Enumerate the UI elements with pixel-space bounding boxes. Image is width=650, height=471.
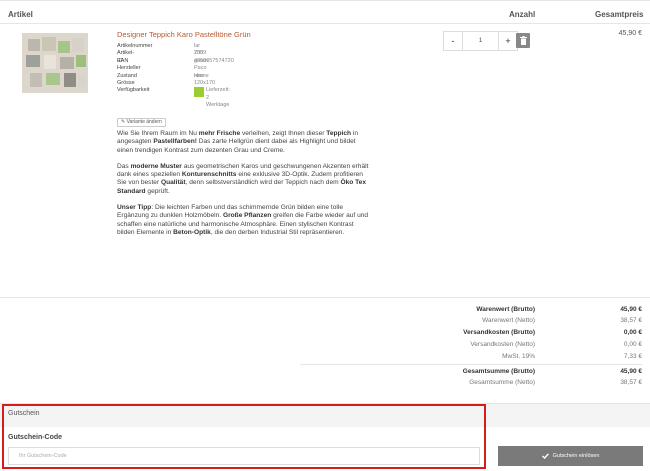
summary-row: Warenwert (Brutto) 45,90 €: [476, 306, 642, 313]
attr-label: Hersteller: [117, 65, 141, 72]
redeem-coupon-button[interactable]: Gutschein einlösen: [498, 446, 643, 466]
summary-row: Versandkosten (Netto) 0,00 €: [470, 341, 642, 348]
summary-row: MwSt. 19% 7,33 €: [502, 353, 642, 360]
change-variant-label: Variante ändern: [126, 119, 162, 125]
attr-label: EAN: [117, 57, 129, 64]
quantity-decrease-button[interactable]: -: [443, 31, 463, 51]
total-row: Gesamtsumme (Netto) 38,57 €: [469, 379, 642, 386]
redeem-coupon-label: Gutschein einlösen: [552, 453, 600, 459]
coupon-section-title: Gutschein: [8, 410, 40, 417]
attr-value: Lieferzeit: 2 Werktage: [206, 87, 230, 109]
divider: [300, 364, 642, 365]
attr-value: 4250057574720: [194, 57, 234, 64]
line-total-price: 45,90 €: [618, 30, 642, 37]
attr-value: neu: [194, 72, 204, 79]
coupon-code-input[interactable]: [8, 447, 480, 465]
cart-table-header: Artikel Anzahl Gesamtpreis: [0, 0, 650, 24]
column-header-artikel: Artikel: [8, 10, 33, 19]
description-paragraph: Das moderne Muster aus geometrischen Kar…: [117, 162, 369, 195]
quantity-increase-button[interactable]: +: [498, 31, 518, 51]
attr-value: 7009: [194, 50, 207, 57]
divider: [0, 297, 650, 298]
column-header-anzahl: Anzahl: [509, 10, 536, 19]
product-image[interactable]: [22, 33, 88, 93]
attr-label: Grösse: [117, 79, 135, 86]
attr-label: Verfügbarkeit: [117, 87, 150, 94]
coupon-code-label: Gutschein-Code: [8, 434, 63, 441]
trash-icon: [519, 36, 527, 45]
column-header-gesamtpreis: Gesamtpreis: [595, 10, 644, 19]
availability-indicator: [194, 87, 204, 98]
product-description: Wie Sie Ihrem Raum im Nu mehr Frische ve…: [117, 130, 369, 245]
quantity-value[interactable]: 1: [463, 31, 498, 51]
description-paragraph: Unser Tipp: Die leichten Farben und das …: [117, 204, 369, 236]
quantity-stepper: - 1 +: [443, 31, 518, 51]
summary-row: Versandkosten (Brutto) 0,00 €: [463, 329, 642, 336]
product-title-link[interactable]: Designer Teppich Karo Pastelltöne Grün: [117, 30, 251, 39]
pencil-icon: ✎: [121, 119, 126, 125]
remove-item-button[interactable]: [516, 33, 530, 48]
coupon-section-header: [0, 403, 650, 427]
change-variant-button[interactable]: ✎ Variante ändern: [117, 118, 166, 127]
summary-row: Warenwert (Netto) 38,57 €: [482, 317, 642, 324]
description-paragraph: Wie Sie Ihrem Raum im Nu mehr Frische ve…: [117, 130, 359, 154]
total-row: Gesamtsumme (Brutto) 45,90 €: [462, 368, 642, 375]
attr-label: Zustand: [117, 72, 137, 79]
attr-label: Artikelnummer: [117, 43, 153, 49]
checkmark-icon: [541, 452, 549, 459]
